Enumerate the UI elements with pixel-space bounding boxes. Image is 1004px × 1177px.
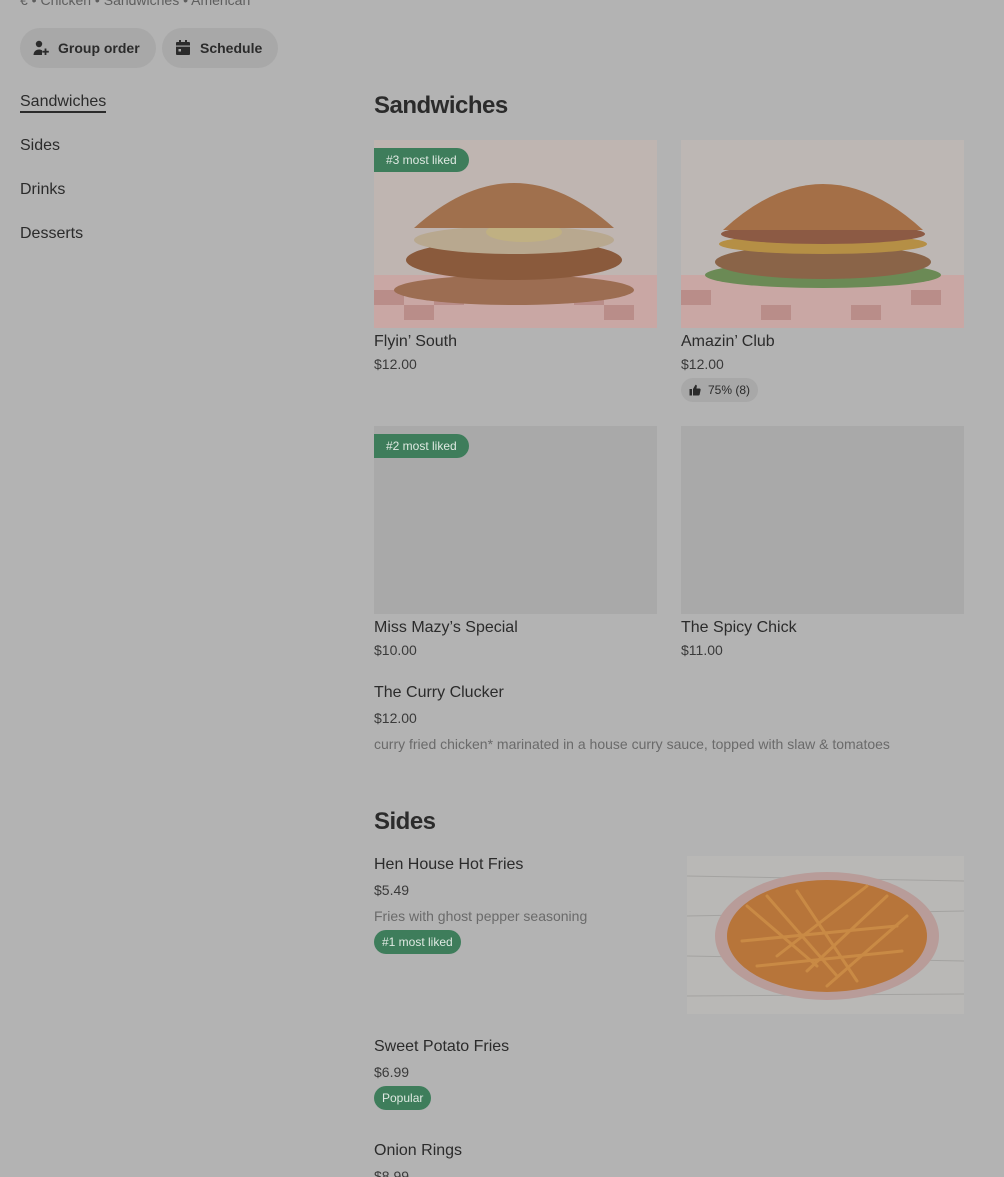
menu-list-item[interactable]: Hen House Hot Fries $5.49 Fries with gho… [374, 856, 664, 954]
item-price: $12.00 [374, 356, 417, 372]
menu-list-item[interactable]: Sweet Potato Fries $6.99 Popular [374, 1038, 964, 1110]
item-name: The Spicy Chick [681, 619, 797, 636]
item-price: $8.99 [374, 1168, 410, 1177]
group-order-label: Group order [58, 40, 140, 56]
section-title-sides: Sides [374, 808, 436, 835]
most-liked-badge: #3 most liked [374, 148, 469, 172]
sandwich-photo [681, 140, 964, 328]
schedule-label: Schedule [200, 40, 263, 56]
item-name: The Curry Clucker [374, 684, 504, 701]
menu-list-item[interactable]: Onion Rings $8.99 [374, 1142, 964, 1177]
item-description: Fries with ghost pepper seasoning [374, 908, 588, 924]
item-price: $11.00 [681, 642, 723, 658]
item-photo[interactable] [687, 856, 964, 1014]
item-price: $6.99 [374, 1064, 410, 1080]
item-name: Flyin’ South [374, 333, 457, 350]
menu-item-card[interactable]: #3 most liked Flyin’ South $12.00 [374, 140, 657, 372]
most-liked-badge: #1 most liked [374, 930, 461, 954]
menu-item-card[interactable]: #2 most liked Miss Mazy’s Special $10.00 [374, 426, 657, 658]
item-photo [681, 140, 964, 328]
nav-item-sides[interactable]: Sides [20, 134, 106, 178]
item-photo-placeholder: #2 most liked [374, 426, 657, 614]
thumbs-up-icon [689, 384, 701, 396]
group-order-button[interactable]: Group order [20, 28, 156, 68]
item-price: $12.00 [681, 356, 724, 372]
item-photo-placeholder [681, 426, 964, 614]
item-description: curry fried chicken* marinated in a hous… [374, 736, 890, 752]
store-page: € • Chicken • Sandwiches • American Grou… [0, 0, 1004, 1177]
fries-photo [687, 856, 964, 1014]
item-price: $5.49 [374, 882, 410, 898]
menu-list-item[interactable]: The Curry Clucker $12.00 curry fried chi… [374, 684, 964, 752]
menu-item-card[interactable]: Amazin’ Club $12.00 75% (8) [681, 140, 964, 402]
item-photo: #3 most liked [374, 140, 657, 328]
schedule-button[interactable]: Schedule [162, 28, 279, 68]
store-categories: € • Chicken • Sandwiches • American [20, 0, 251, 8]
nav-item-sandwiches[interactable]: Sandwiches [20, 90, 107, 134]
rating-text: 75% (8) [708, 383, 751, 397]
calendar-icon [174, 39, 192, 57]
item-name: Onion Rings [374, 1142, 463, 1159]
menu-category-nav: Sandwiches Sides Drinks Desserts [20, 90, 107, 266]
item-name: Miss Mazy’s Special [374, 619, 518, 636]
most-liked-badge: #2 most liked [374, 434, 469, 458]
menu-item-card[interactable]: The Spicy Chick $11.00 [681, 426, 964, 658]
nav-item-drinks[interactable]: Drinks [20, 178, 106, 222]
nav-item-desserts[interactable]: Desserts [20, 222, 106, 266]
item-name: Hen House Hot Fries [374, 856, 524, 873]
add-person-icon [32, 39, 50, 57]
item-name: Amazin’ Club [681, 333, 775, 350]
rating-badge: 75% (8) [681, 378, 759, 402]
item-price: $12.00 [374, 710, 417, 726]
popular-badge: Popular [374, 1086, 432, 1110]
item-name: Sweet Potato Fries [374, 1038, 510, 1055]
item-price: $10.00 [374, 642, 417, 658]
section-title-sandwiches: Sandwiches [374, 92, 508, 119]
